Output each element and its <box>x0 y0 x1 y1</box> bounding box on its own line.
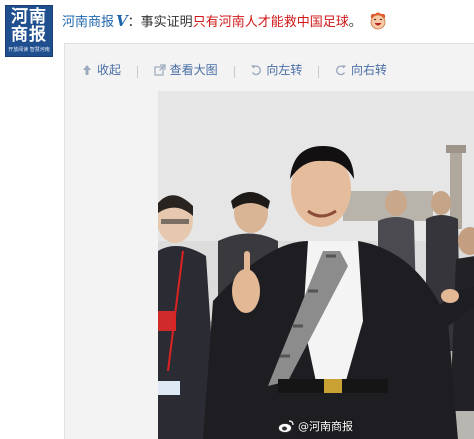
weibo-logo-icon <box>278 420 294 433</box>
rotate-right-button[interactable]: 向右转 <box>335 61 387 78</box>
logo-subtitle: 开放阅读 智慧河南 <box>8 47 50 53</box>
view-large-label: 查看大图 <box>169 63 218 77</box>
rotate-right-icon <box>335 64 347 76</box>
verified-badge-icon[interactable]: V <box>116 12 128 30</box>
account-avatar-logo[interactable]: 河南 商报 开放阅读 智慧河南 <box>5 5 53 57</box>
collapse-button[interactable]: 收起 <box>81 61 121 78</box>
image-toolbar: 收起 查看大图 向左转 向右转 <box>81 61 399 78</box>
post-colon: ： <box>127 15 141 30</box>
post-text-plain: 事实证明 <box>140 15 193 30</box>
rotate-right-label: 向右转 <box>351 63 388 77</box>
toolbar-divider <box>233 66 235 78</box>
post-text-end: 。 <box>348 15 362 30</box>
toolbar-divider <box>136 66 138 78</box>
toolbar-divider <box>318 66 320 78</box>
collapse-label: 收起 <box>97 63 122 77</box>
author-link[interactable]: 河南商报 <box>62 15 114 30</box>
post-text-highlight: 只有河南人才能救中国足球 <box>192 15 349 30</box>
arrow-up-icon <box>81 64 93 76</box>
post-photo[interactable] <box>158 91 474 439</box>
laughing-face-icon <box>368 11 388 31</box>
logo-text-line2: 商报 <box>11 25 47 45</box>
view-large-button[interactable]: 查看大图 <box>154 61 218 78</box>
watermark-text: @河南商报 <box>298 420 353 433</box>
logo-text-line1: 河南 <box>11 7 47 27</box>
rotate-left-icon <box>250 64 262 76</box>
rotate-left-button[interactable]: 向左转 <box>250 61 302 78</box>
media-card: 收起 查看大图 向左转 向右转 @河南商报 <box>64 43 474 439</box>
photo-watermark: @河南商报 <box>278 418 353 434</box>
rotate-left-label: 向左转 <box>266 63 303 77</box>
external-view-icon <box>154 63 166 76</box>
post-text: 河南商报 V：事实证明只有河南人才能救中国足球。 <box>62 11 388 31</box>
